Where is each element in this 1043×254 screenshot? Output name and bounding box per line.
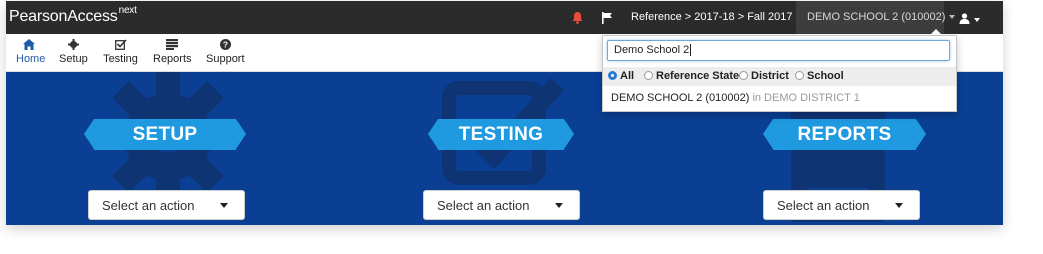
testing-tile: TESTING Select an action: [401, 72, 601, 225]
test-admin-breadcrumb[interactable]: Reference > 2017-18 > Fall 2017: [631, 11, 803, 23]
filter-radio-all[interactable]: All: [608, 70, 634, 82]
filter-radio-reference-state[interactable]: Reference State: [644, 70, 739, 82]
organization-selector[interactable]: DEMO SCHOOL 2 (010002): [796, 1, 956, 34]
radio-icon: [644, 71, 653, 80]
home-icon: [16, 39, 42, 52]
organization-search-dropdown: Demo School 2 All Reference State Distri…: [602, 35, 957, 112]
caret-down-icon: [895, 203, 903, 208]
brand-logo[interactable]: PearsonAccessnext: [9, 5, 137, 26]
caret-down-icon: [220, 203, 228, 208]
reports-action-select[interactable]: Select an action: [763, 190, 920, 220]
testing-banner: TESTING: [428, 119, 574, 150]
radio-icon: [795, 71, 804, 80]
svg-text:?: ?: [222, 40, 227, 50]
organization-label: DEMO SCHOOL 2 (010002): [807, 11, 946, 23]
app-frame: PearsonAccessnext Reference > 2017-18 > …: [6, 1, 1003, 225]
radio-icon: [739, 71, 748, 80]
nav-item-reports[interactable]: Reports: [153, 39, 192, 65]
bell-icon[interactable]: [572, 11, 583, 29]
chevron-down-icon: [974, 17, 980, 22]
flag-icon[interactable]: [602, 11, 613, 29]
setup-banner: SETUP: [84, 119, 246, 150]
nav-item-setup[interactable]: Setup: [59, 39, 88, 65]
nav-item-home[interactable]: Home: [16, 39, 45, 65]
chevron-down-icon: [949, 15, 956, 20]
help-icon: ?: [206, 39, 244, 52]
user-menu[interactable]: [959, 11, 980, 29]
nav-item-testing[interactable]: Testing: [103, 39, 138, 65]
caret-down-icon: [555, 203, 563, 208]
setup-action-select[interactable]: Select an action: [88, 190, 245, 220]
filter-radio-school[interactable]: School: [795, 70, 844, 82]
setup-tile: SETUP Select an action: [66, 72, 266, 225]
user-icon: [959, 13, 970, 24]
organization-filter-group: All Reference State District School: [603, 67, 956, 86]
nav-item-support[interactable]: ? Support: [206, 39, 245, 65]
gear-icon: [59, 39, 87, 52]
organization-search-input[interactable]: Demo School 2: [607, 40, 950, 61]
testing-action-select[interactable]: Select an action: [423, 190, 580, 220]
organization-result-item[interactable]: DEMO SCHOOL 2 (010002) in DEMO DISTRICT …: [611, 92, 860, 104]
checkbox-icon: [103, 39, 138, 52]
reports-banner: REPORTS: [763, 119, 926, 150]
report-icon: [153, 39, 190, 52]
filter-radio-district[interactable]: District: [739, 70, 789, 82]
radio-selected-icon: [608, 71, 617, 80]
top-bar: PearsonAccessnext Reference > 2017-18 > …: [6, 1, 1003, 34]
